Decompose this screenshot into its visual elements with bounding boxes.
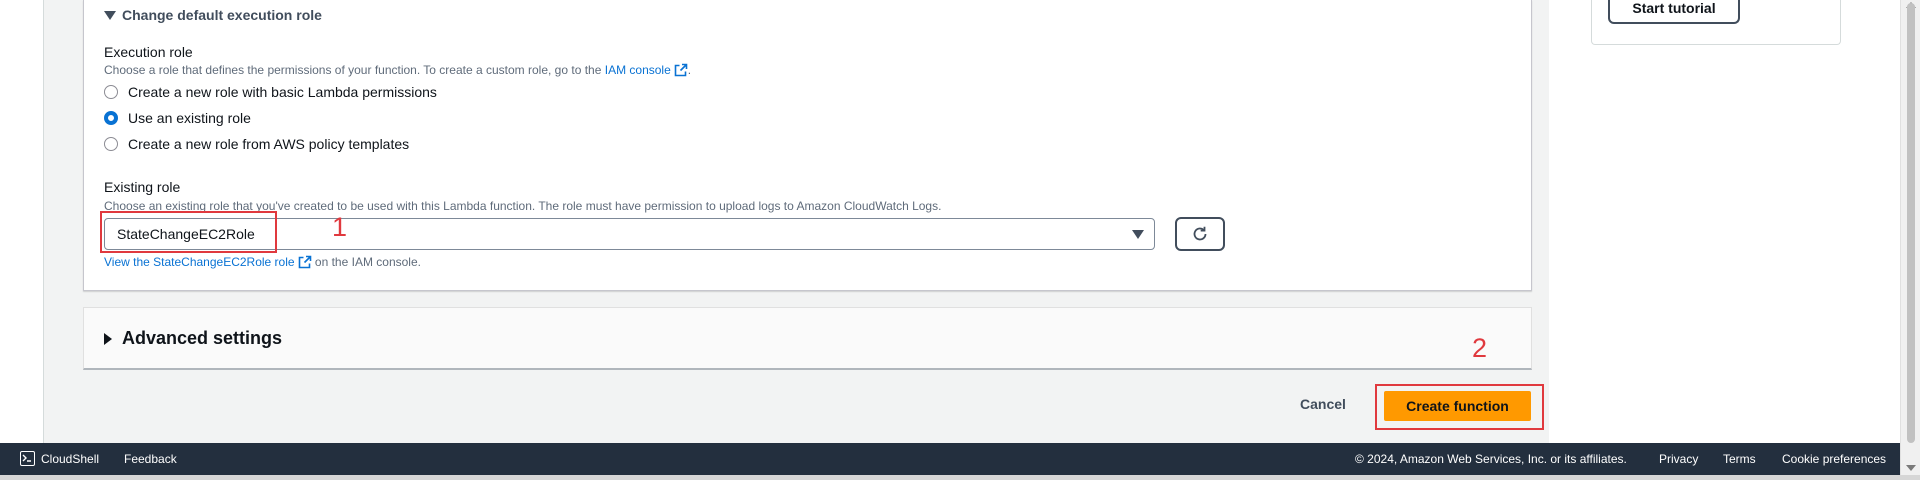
copyright-text: © 2024, Amazon Web Services, Inc. or its… bbox=[1355, 452, 1627, 466]
execution-role-label: Execution role bbox=[104, 44, 193, 60]
execution-role-description-end: . bbox=[687, 63, 692, 77]
section-title: Change default execution role bbox=[122, 7, 322, 23]
permissions-card: Change default execution role Execution … bbox=[83, 0, 1532, 291]
existing-role-label: Existing role bbox=[104, 179, 181, 195]
cookie-preferences-link[interactable]: Cookie preferences bbox=[1782, 452, 1886, 466]
cancel-button[interactable]: Cancel bbox=[1300, 396, 1346, 412]
view-role-link[interactable]: View the StateChangeEC2Role role bbox=[104, 255, 295, 269]
external-link-icon bbox=[298, 255, 311, 269]
step-1-label: 1 bbox=[332, 212, 348, 242]
scrollbar-thumb[interactable] bbox=[1907, 3, 1915, 443]
horizontal-scrollbar[interactable] bbox=[0, 475, 1920, 480]
highlight-box-step-1 bbox=[100, 211, 277, 253]
caret-down-icon bbox=[104, 10, 116, 20]
advanced-settings-title: Advanced settings bbox=[122, 328, 283, 348]
feedback-link[interactable]: Feedback bbox=[124, 452, 177, 466]
radio-button[interactable] bbox=[104, 85, 118, 99]
execution-role-description: Choose a role that defines the permissio… bbox=[104, 63, 691, 77]
cloudshell-link[interactable]: CloudShell bbox=[41, 452, 99, 466]
scroll-down-arrow-icon[interactable] bbox=[1906, 465, 1916, 471]
terminal-prompt-icon bbox=[22, 454, 31, 462]
left-rail bbox=[0, 0, 44, 443]
radio-use-existing-role[interactable]: Use an existing role bbox=[104, 110, 251, 126]
caret-right-icon bbox=[104, 332, 112, 345]
cloudshell-icon[interactable] bbox=[20, 451, 35, 466]
console-footer: CloudShell Feedback © 2024, Amazon Web S… bbox=[0, 443, 1900, 475]
radio-label: Use an existing role bbox=[128, 110, 251, 126]
radio-button[interactable] bbox=[104, 137, 118, 151]
radio-label: Create a new role from AWS policy templa… bbox=[128, 136, 410, 152]
advanced-settings-expander[interactable]: Advanced settings bbox=[83, 307, 1532, 370]
radio-label: Create a new role with basic Lambda perm… bbox=[128, 84, 437, 100]
vertical-scrollbar[interactable] bbox=[1900, 0, 1920, 475]
step-2-label: 2 bbox=[1472, 333, 1488, 363]
caret-down-icon bbox=[1132, 230, 1144, 239]
advanced-settings-header: Advanced settings bbox=[104, 328, 282, 349]
radio-create-basic-role[interactable]: Create a new role with basic Lambda perm… bbox=[104, 84, 437, 100]
radio-create-from-templates[interactable]: Create a new role from AWS policy templa… bbox=[104, 136, 409, 152]
page-background: Start tutorial Change default execution … bbox=[0, 0, 1900, 443]
create-function-button[interactable]: Create function bbox=[1384, 391, 1531, 421]
tools-panel: Start tutorial bbox=[1549, 0, 1900, 443]
start-tutorial-button[interactable]: Start tutorial bbox=[1608, 0, 1740, 24]
execution-role-description-text: Choose a role that defines the permissio… bbox=[104, 63, 605, 77]
radio-button-selected[interactable] bbox=[104, 111, 118, 125]
execution-role-expander[interactable]: Change default execution role bbox=[104, 7, 322, 23]
iam-console-link[interactable]: IAM console bbox=[605, 63, 671, 77]
terms-link[interactable]: Terms bbox=[1723, 452, 1756, 466]
view-role-suffix: on the IAM console. bbox=[311, 255, 421, 269]
privacy-link[interactable]: Privacy bbox=[1659, 452, 1698, 466]
view-role-line: View the StateChangeEC2Role role on the … bbox=[104, 255, 421, 269]
refresh-roles-button[interactable] bbox=[1175, 217, 1225, 251]
external-link-icon bbox=[674, 63, 688, 77]
refresh-icon bbox=[1193, 226, 1207, 241]
tutorial-card: Start tutorial bbox=[1591, 0, 1841, 45]
